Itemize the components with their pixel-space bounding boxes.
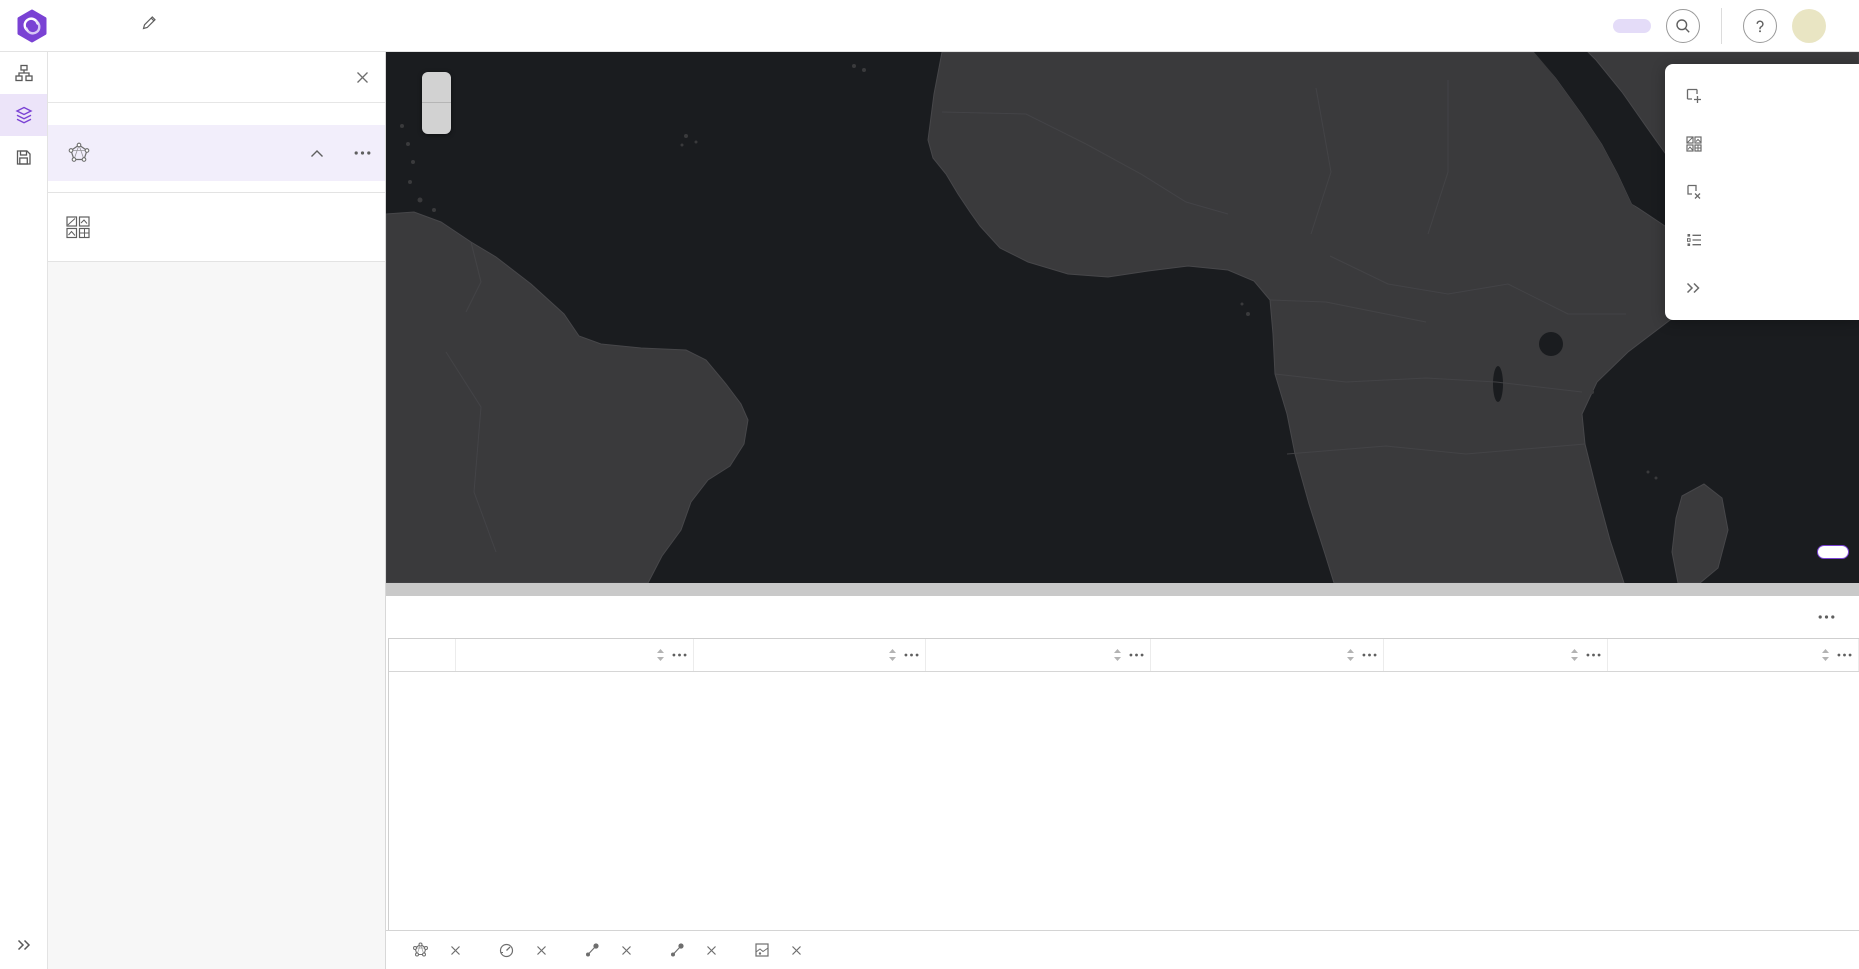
basemap-land-shapes — [386, 52, 1859, 583]
header-divider — [1721, 8, 1722, 44]
collapse-icon — [1685, 281, 1702, 295]
close-tab-icon[interactable] — [621, 945, 632, 956]
save-button[interactable] — [0, 136, 47, 178]
tab-link-chart[interactable] — [584, 931, 632, 969]
map-contents-header — [48, 52, 385, 103]
column-options-icon[interactable] — [1837, 653, 1852, 657]
close-table-button[interactable] — [1817, 545, 1849, 559]
basemap-item[interactable] — [48, 193, 385, 261]
menu-item-toggle-legend[interactable] — [1665, 216, 1859, 264]
tab-dashboard[interactable] — [498, 931, 547, 969]
map-zoom-control — [422, 72, 451, 134]
sort-icon[interactable] — [1570, 648, 1579, 662]
knowledge-studio-logo-icon — [16, 9, 48, 43]
tab-knowledge-graph[interactable] — [412, 931, 461, 969]
map-icon — [754, 942, 770, 958]
dashboard-icon — [498, 942, 515, 958]
layers-button[interactable] — [0, 94, 47, 136]
toggle-legend-icon — [1685, 231, 1703, 249]
search-button[interactable] — [1666, 9, 1700, 43]
map-contents-panel — [48, 52, 386, 969]
column-header-start-date[interactable] — [926, 639, 1151, 671]
column-options-icon[interactable] — [1129, 653, 1144, 657]
left-toolbar — [0, 52, 48, 969]
select-all-header[interactable] — [389, 639, 456, 671]
sort-icon[interactable] — [1346, 648, 1355, 662]
link-chart-icon — [584, 942, 600, 958]
add-selection-icon — [1685, 87, 1703, 105]
layer-group-options-icon[interactable] — [354, 151, 371, 155]
knowledge-studio-app — [0, 0, 1859, 969]
close-tab-icon[interactable] — [706, 945, 717, 956]
column-options-icon[interactable] — [904, 653, 919, 657]
data-model-button[interactable] — [0, 52, 47, 94]
knowledge-graph-layer-icon — [66, 141, 92, 165]
beta-badge — [1613, 19, 1651, 33]
basemap-section — [48, 192, 385, 262]
table-options-icon[interactable] — [1818, 615, 1835, 619]
zoom-out-button[interactable] — [422, 103, 451, 134]
remove-selection-icon — [1685, 183, 1703, 201]
menu-item-add-selection-to[interactable] — [1665, 72, 1859, 120]
close-tab-icon[interactable] — [450, 945, 461, 956]
menu-item-change-basemap[interactable] — [1665, 120, 1859, 168]
close-tab-icon[interactable] — [536, 945, 547, 956]
sort-icon[interactable] — [1113, 648, 1122, 662]
map-attribution — [386, 583, 1859, 596]
tab-link-chart-1[interactable] — [669, 931, 717, 969]
sort-icon[interactable] — [656, 648, 665, 662]
avatar[interactable] — [1792, 9, 1826, 43]
table-grid — [388, 638, 1859, 930]
sort-icon[interactable] — [1821, 648, 1830, 662]
column-options-icon[interactable] — [1362, 653, 1377, 657]
edit-title-icon[interactable] — [140, 14, 158, 37]
basemap-icon — [64, 214, 92, 240]
panel-empty-area — [48, 262, 385, 969]
app-header — [0, 0, 1859, 52]
attribute-table — [386, 596, 1859, 930]
zoom-in-button[interactable] — [422, 72, 451, 103]
sort-icon[interactable] — [888, 648, 897, 662]
column-header-objectid[interactable] — [1151, 639, 1384, 671]
tab-map[interactable] — [754, 931, 802, 969]
collapse-group-icon[interactable] — [310, 149, 324, 158]
column-header-position[interactable] — [456, 639, 694, 671]
help-button[interactable] — [1743, 9, 1777, 43]
close-panel-icon[interactable] — [356, 71, 369, 84]
layer-group-personnel[interactable] — [48, 125, 385, 181]
header-actions — [1613, 8, 1859, 44]
column-options-icon[interactable] — [672, 653, 687, 657]
column-options-icon[interactable] — [1586, 653, 1601, 657]
close-tab-icon[interactable] — [791, 945, 802, 956]
column-header-esri-id[interactable] — [1608, 639, 1859, 671]
expand-rail-button[interactable] — [0, 927, 47, 963]
table-header-row — [389, 639, 1859, 672]
link-chart-icon — [669, 942, 685, 958]
table-titlebar — [386, 596, 1859, 638]
column-header-globalid[interactable] — [1384, 639, 1608, 671]
change-basemap-icon — [1685, 135, 1703, 153]
map-context-menu — [1665, 64, 1859, 320]
knowledge-graph-icon — [412, 942, 429, 958]
column-header-notes[interactable] — [694, 639, 926, 671]
map-view[interactable] — [386, 52, 1859, 583]
view-tabbar — [386, 930, 1859, 969]
menu-item-remove-selection[interactable] — [1665, 168, 1859, 216]
menu-item-collapse[interactable] — [1665, 264, 1859, 312]
